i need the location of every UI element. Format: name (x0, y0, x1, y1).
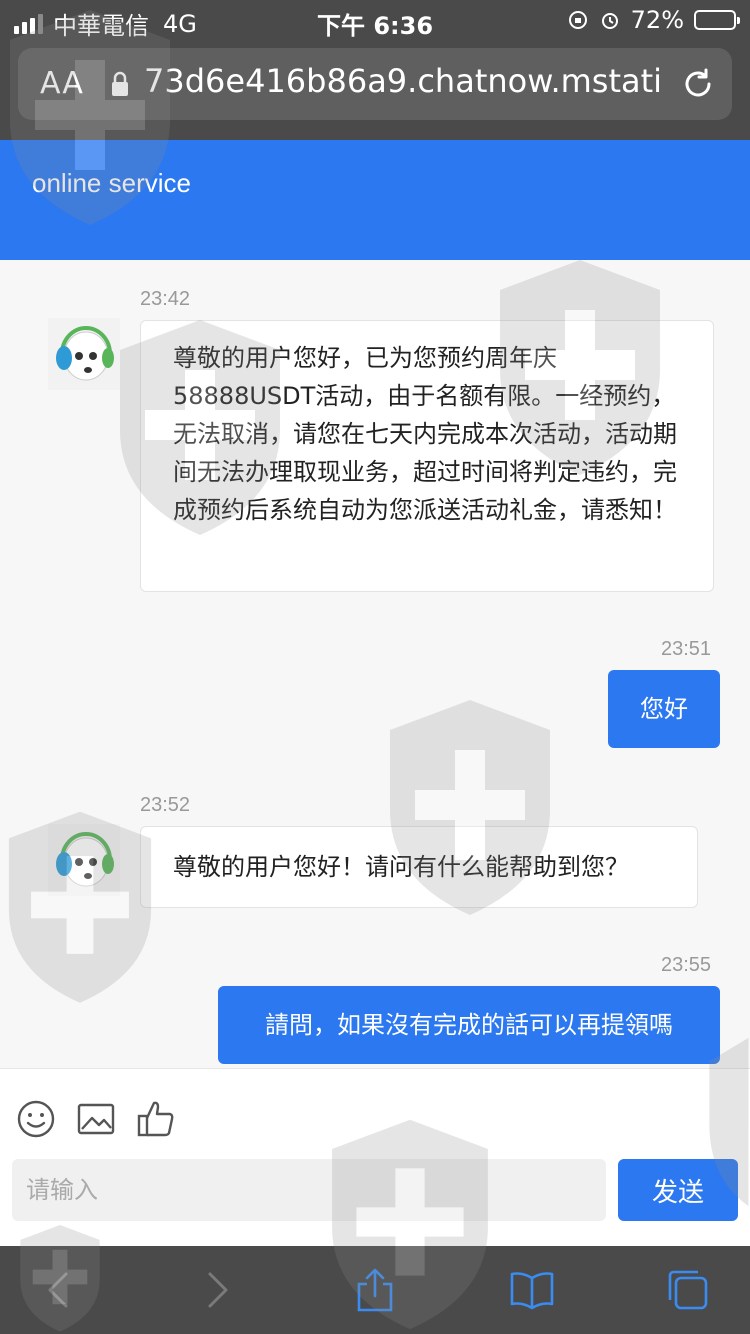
tabs-icon[interactable] (666, 1268, 710, 1312)
thumbs-up-icon[interactable] (136, 1099, 176, 1139)
send-button[interactable]: 发送 (618, 1159, 738, 1221)
smile-icon[interactable] (16, 1099, 56, 1139)
forward-icon[interactable] (194, 1268, 238, 1312)
lock-icon (112, 71, 128, 96)
message-time: 23:42 (140, 288, 191, 310)
message-bubble-outgoing: 您好 (608, 670, 720, 748)
browser-chrome: 中華電信 4G 下午 6:36 72% AA 73d6e416b86a9.cha… (0, 0, 750, 140)
composer: 发送 (0, 1068, 750, 1246)
battery-icon (694, 10, 740, 30)
status-bar: 中華電信 4G 下午 6:36 72% (0, 0, 750, 40)
alarm-icon (601, 13, 618, 29)
reader-settings-button[interactable]: AA (40, 66, 84, 101)
message-time: 23:55 (661, 954, 712, 976)
bookmarks-icon[interactable] (510, 1268, 554, 1312)
message-time: 23:51 (661, 638, 712, 660)
message-time: 23:52 (140, 794, 191, 816)
chat-area[interactable]: 23:42 尊敬的用户您好，已为您预约周年庆58888USDT活动，由于名额有限… (0, 260, 750, 1068)
message-bubble-outgoing: 請問，如果沒有完成的話可以再提領嗎 (218, 986, 720, 1064)
page-title: online service (32, 168, 191, 198)
message-bubble-incoming: 尊敬的用户您好！请问有什么能帮助到您？ (140, 826, 698, 908)
share-icon[interactable] (353, 1268, 397, 1312)
url-text[interactable]: 73d6e416b86a9.chatnow.mstatik (144, 62, 664, 100)
message-input[interactable] (12, 1159, 606, 1221)
browser-toolbar (0, 1246, 750, 1334)
rotation-lock-icon (568, 11, 587, 29)
agent-avatar (48, 824, 120, 896)
agent-avatar (48, 318, 120, 390)
image-icon[interactable] (76, 1099, 116, 1139)
address-bar[interactable]: AA 73d6e416b86a9.chatnow.mstatik (18, 48, 732, 120)
message-bubble-incoming: 尊敬的用户您好，已为您预约周年庆58888USDT活动，由于名额有限。一经预约，… (140, 320, 714, 592)
app-header: online service (0, 140, 750, 260)
battery-percent: 72% (630, 6, 684, 34)
back-icon[interactable] (38, 1268, 82, 1312)
reload-icon[interactable] (680, 66, 716, 102)
